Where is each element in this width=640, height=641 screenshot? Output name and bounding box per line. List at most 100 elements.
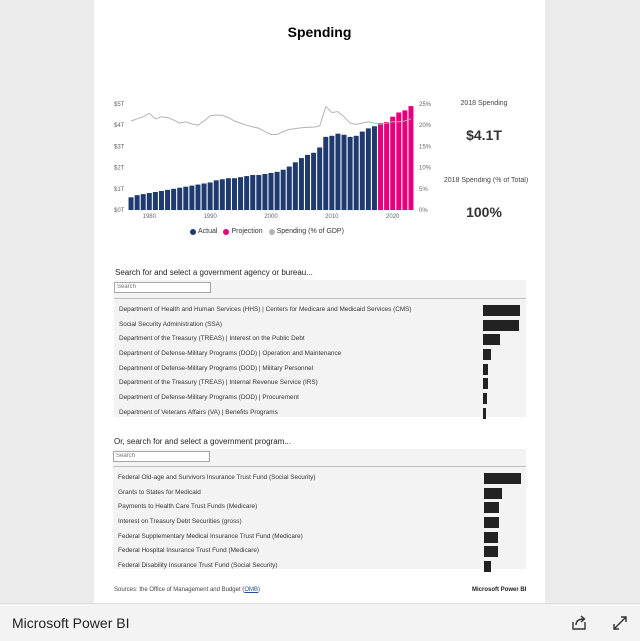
actual-bar: [128, 197, 134, 210]
program-item-bar: [484, 517, 499, 529]
y-left-tick-label: $2T: [114, 166, 125, 172]
agency-item-bar: [483, 334, 500, 346]
program-item[interactable]: Federal Supplementary Medical Insurance …: [113, 530, 526, 545]
actual-bar: [341, 134, 347, 210]
agency-item[interactable]: Department of the Treasury (TREAS) | Int…: [114, 332, 526, 347]
footer-bar: Microsoft Power BI: [0, 603, 640, 641]
program-search-input[interactable]: [113, 451, 210, 462]
legend-gdp[interactable]: Spending (% of GDP): [268, 228, 344, 235]
y-right-tick-label: 25%: [419, 102, 432, 108]
actual-bar: [134, 195, 140, 210]
program-item-label: Federal Disability Insurance Trust Fund …: [118, 562, 278, 570]
actual-bar: [250, 175, 256, 210]
agency-item-label: Department of the Treasury (TREAS) | Int…: [119, 379, 318, 387]
program-item[interactable]: Interest on Treasury Debt Securities (gr…: [113, 515, 526, 530]
agency-item-label: Department of Defense-Military Programs …: [119, 394, 299, 402]
agency-item[interactable]: Department of Defense-Military Programs …: [114, 391, 526, 406]
legend-dot-gdp: [268, 228, 275, 235]
agency-item-label: Social Security Administration (SSA): [119, 320, 222, 328]
program-item-bar: [484, 561, 492, 573]
projection-bar: [396, 112, 402, 210]
actual-bar: [225, 178, 231, 210]
legend-projection[interactable]: Projection: [223, 228, 263, 235]
legend-label-gdp: Spending (% of GDP): [276, 228, 344, 235]
y-right-tick-label: 15%: [419, 144, 432, 150]
agency-item-bar: [483, 407, 486, 419]
agency-item-bar: [483, 378, 488, 390]
agency-slicer-title: Search for and select a government agenc…: [115, 268, 313, 277]
x-tick-label: 1990: [203, 214, 217, 220]
legend-actual[interactable]: Actual: [190, 228, 217, 235]
actual-bar: [317, 147, 323, 210]
actual-bar: [371, 126, 377, 210]
program-item[interactable]: Federal Disability Insurance Trust Fund …: [113, 559, 526, 574]
x-tick-label: 2010: [325, 214, 339, 220]
program-item[interactable]: Grants to States for Medicaid: [113, 486, 526, 501]
agency-item-label: Department of Health and Human Services …: [119, 306, 412, 313]
y-right-tick-label: 10%: [419, 166, 432, 172]
program-item-bar: [484, 502, 499, 514]
agency-item[interactable]: Department of Defense-Military Programs …: [114, 362, 526, 377]
legend-dot-projection: [223, 228, 230, 235]
y-left-tick-label: $3T: [114, 144, 125, 150]
agency-item[interactable]: Department of Health and Human Services …: [114, 303, 526, 318]
actual-bar: [305, 154, 311, 210]
agency-item-bar: [483, 319, 520, 331]
agency-item[interactable]: Department of the Treasury (TREAS) | Int…: [114, 376, 526, 391]
source-suffix: ): [257, 587, 260, 593]
agency-item-bar: [483, 349, 492, 361]
source-link[interactable]: OMB: [244, 587, 258, 593]
spending-chart[interactable]: $0T $1T $2T $3T $4T $5T 0% 5% 10% 15% 20% 25% 1980 19…: [94, 0, 545, 225]
agency-search-input[interactable]: [114, 282, 211, 293]
program-item[interactable]: Federal Hospital Insurance Trust Fund (M…: [113, 544, 526, 559]
program-item-bar: [484, 531, 499, 543]
legend-label-projection: Projection: [231, 228, 263, 235]
program-item[interactable]: Payments to Health Care Trust Funds (Med…: [113, 500, 526, 515]
kpi-spending-label: 2018 Spending: [460, 100, 508, 107]
agency-item[interactable]: Department of Defense-Military Programs …: [114, 347, 526, 362]
actual-bar: [207, 182, 213, 210]
y-right-tick-label: 5%: [419, 187, 428, 193]
projection-bar: [408, 106, 414, 210]
source-note: Sources: the Office of Management and Bu…: [114, 587, 260, 593]
y-left-tick-label: $4T: [114, 123, 125, 129]
actual-bar: [177, 187, 183, 210]
actual-bar: [189, 185, 195, 210]
chart-legend: Actual Projection Spending (% of GDP): [190, 228, 344, 235]
share-icon[interactable]: [570, 614, 588, 632]
agency-item-bar: [483, 363, 489, 375]
projection-bar: [384, 122, 390, 210]
program-item-label: Federal Old-age and Survivors Insurance …: [118, 474, 316, 481]
actual-bar: [152, 191, 158, 210]
agency-item-label: Department of Defense-Military Programs …: [119, 364, 314, 372]
program-item[interactable]: Federal Old-age and Survivors Insurance …: [113, 471, 526, 486]
actual-bar: [256, 175, 262, 210]
kpi-spending-value: $4.1T: [466, 127, 502, 143]
agency-item[interactable]: Social Security Administration (SSA): [114, 318, 526, 333]
program-item-label: Federal Supplementary Medical Insurance …: [118, 532, 303, 540]
y-left-tick-label: $5T: [114, 102, 125, 108]
actual-bar: [353, 135, 359, 210]
legend-dot-actual: [190, 228, 196, 235]
actual-bar: [329, 135, 335, 210]
program-item-bar: [484, 487, 502, 499]
program-item-label: Grants to States for Medicaid: [118, 488, 201, 496]
agency-list[interactable]: Department of Health and Human Services …: [114, 298, 526, 419]
actual-bar: [158, 190, 164, 210]
powerbi-brand-small[interactable]: Microsoft Power BI: [472, 587, 526, 593]
actual-bar: [262, 173, 268, 210]
actual-bar: [359, 131, 365, 210]
program-item-bar: [484, 546, 498, 558]
actual-bar: [213, 180, 219, 210]
agency-item[interactable]: Department of Veterans Affairs (VA) | Be…: [114, 406, 526, 419]
program-list[interactable]: Federal Old-age and Survivors Insurance …: [113, 466, 526, 574]
actual-bar: [347, 136, 353, 210]
source-prefix: Sources: the Office of Management and Bu…: [114, 587, 245, 593]
agency-item-bar: [483, 393, 487, 405]
actual-bar: [298, 158, 304, 210]
x-tick-label: 2020: [386, 214, 400, 220]
y-right-tick-label: 20%: [419, 123, 432, 129]
actual-bar: [365, 128, 371, 210]
x-tick-label: 1980: [143, 214, 157, 220]
fullscreen-icon[interactable]: [611, 614, 629, 632]
